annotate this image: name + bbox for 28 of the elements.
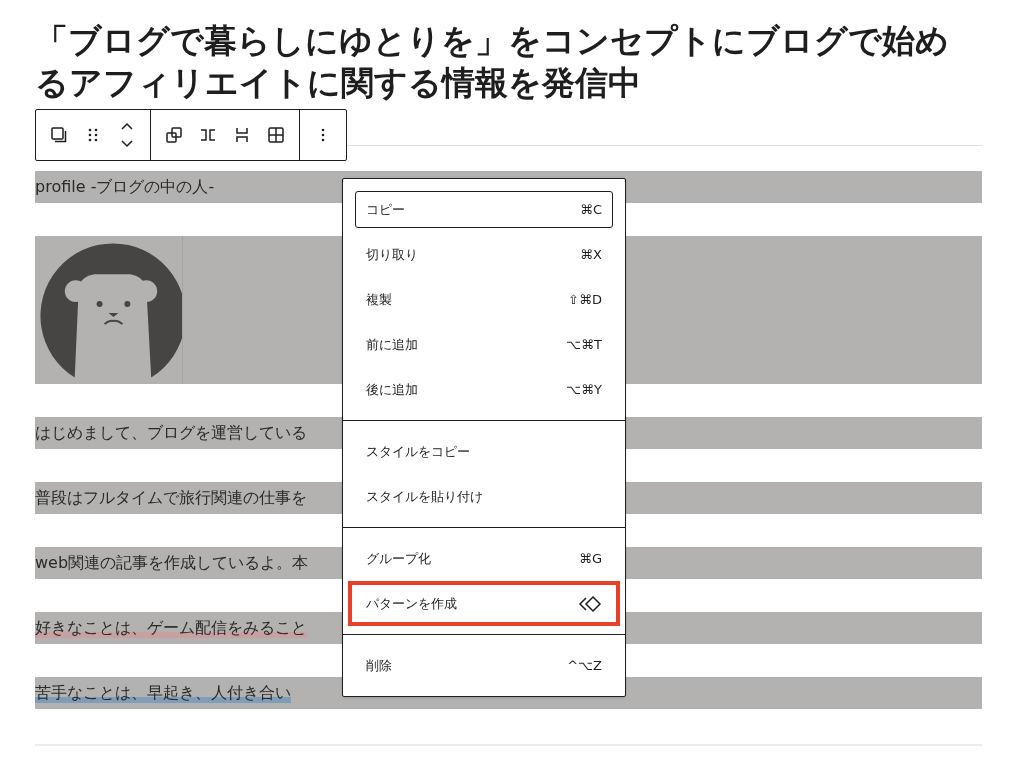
paragraph-text: はじめまして、ブログを運営している: [35, 423, 307, 443]
menu-item[interactable]: グループ化 ⌘G: [355, 540, 613, 577]
shortcut-text: ⌘G: [578, 549, 602, 568]
paragraph-text: web関連の記事を作成しているよ。本: [35, 553, 309, 573]
menu-item[interactable]: 後に追加 ⌥⌘Y: [355, 371, 613, 408]
menu-item[interactable]: スタイルを貼り付け: [355, 478, 613, 515]
copy-icon: [49, 125, 69, 145]
menu-item[interactable]: 切り取り ⌘X: [355, 236, 613, 273]
grid-icon: [266, 125, 286, 145]
paragraph-text: 普段はフルタイムで旅行関連の仕事を: [35, 488, 307, 508]
overlapping-squares-icon: [164, 125, 184, 145]
shortcut-text: ⌥⌘Y: [566, 380, 602, 399]
shortcut-text: ⌘C: [579, 200, 602, 219]
paragraph-text: 苦手なことは、早起き、人付き合い: [35, 683, 291, 703]
paragraph-text: profile -ブログの中の人-: [35, 177, 215, 197]
menu-item[interactable]: 複製 ⇧⌘D: [355, 281, 613, 318]
menu-item[interactable]: コピー ⌘C: [355, 191, 613, 228]
post-title: 「ブログで暮らしにゆとりを」をコンセプトにブログで始めるアフィリエイトに関する情報を発信中: [35, 20, 950, 104]
menu-item[interactable]: 前に追加 ⌥⌘T: [355, 326, 613, 363]
shortcut-text: ⇧⌘D: [568, 290, 602, 309]
shortcut-text: ^⌥Z: [567, 656, 602, 675]
shortcut-text: ⌥⌘T: [566, 335, 602, 354]
paragraph-text: 好きなことは、ゲーム配信をみること: [35, 618, 307, 638]
diamond-icon: [578, 593, 602, 614]
chevron-up-down-icon: [119, 121, 135, 149]
menu-item[interactable]: 削除 ^⌥Z: [355, 647, 613, 684]
shortcut-text: ⌘X: [580, 245, 602, 264]
menu-item[interactable]: スタイルをコピー: [355, 433, 613, 470]
